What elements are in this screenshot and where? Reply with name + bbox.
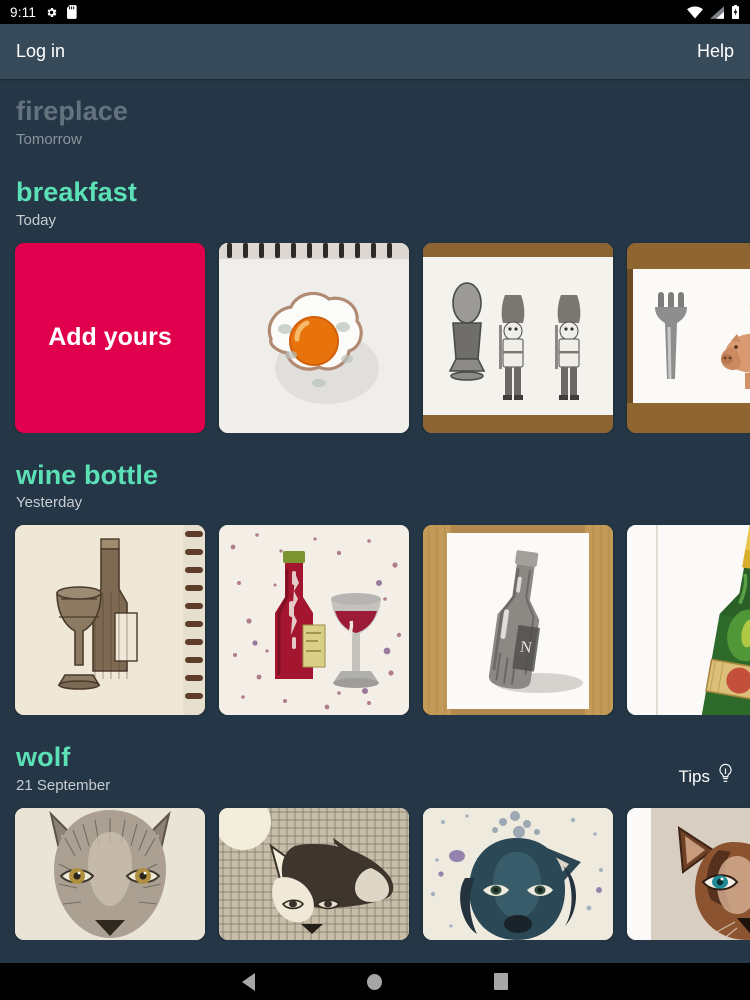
cellular-signal-icon [710,5,724,19]
thumbnail-row-breakfast[interactable]: Add yours [0,229,750,433]
section-breakfast: breakfast Today Add yours [0,148,750,433]
home-button[interactable] [367,973,382,990]
recents-button[interactable] [494,973,508,990]
section-wine-bottle: wine bottle Yesterday N [0,433,750,716]
login-button[interactable]: Log in [16,41,65,62]
drawing-pencil-bottle[interactable]: N [423,525,613,716]
section-wolf: wolf 21 September Tips [0,715,750,940]
drawing-ink-bottle-glass[interactable] [15,525,205,716]
android-navigation-bar [0,963,750,1000]
battery-icon [731,5,740,19]
section-header-fireplace: fireplace Tomorrow [0,95,750,148]
section-subtitle: Yesterday [16,494,83,512]
help-button[interactable]: Help [697,41,734,62]
tips-button[interactable]: Tips [679,763,735,790]
thumbnail-row-wine-bottle[interactable]: N [0,511,750,716]
lightbulb-icon [717,763,734,790]
section-header-breakfast: breakfast Today [0,176,750,229]
section-title[interactable]: breakfast [16,176,734,210]
section-fireplace: fireplace Tomorrow [0,79,750,148]
drawing-champagne-bottle[interactable] [627,525,750,716]
sd-card-icon [67,5,78,19]
section-header-wolf: wolf 21 September Tips [0,741,750,794]
drawing-egg-cup-guards[interactable] [423,242,613,433]
section-title[interactable]: wine bottle [16,459,734,493]
section-title[interactable]: fireplace [16,95,734,129]
tips-label: Tips [678,766,711,786]
section-title[interactable]: wolf [16,741,734,775]
settings-gear-icon [45,6,58,19]
drawing-fork-pig-chicken[interactable] [627,242,750,433]
drawing-watercolour-red-bottle[interactable] [219,525,409,716]
section-subtitle: 21 September [16,777,111,794]
drawing-watercolour-wolf[interactable] [423,808,613,940]
status-bar: 9:11 [0,0,750,24]
add-yours-card[interactable]: Add yours [15,242,205,433]
section-subtitle: Tomorrow [16,130,82,148]
drawing-pencil-wolf-face[interactable] [15,808,205,940]
status-bar-right [687,5,740,19]
drawing-colour-wolf[interactable] [627,808,750,940]
add-yours-label: Add yours [48,323,172,351]
drawing-ink-wolf-moon[interactable] [219,808,409,940]
wifi-icon [687,5,703,19]
back-button[interactable] [242,972,255,991]
app-bar: Log in Help [0,24,750,79]
section-header-wine-bottle: wine bottle Yesterday [0,459,750,512]
thumbnail-row-wolf[interactable] [0,794,750,940]
sections-scroll-area[interactable]: fireplace Tomorrow breakfast Today Add y… [0,79,750,963]
drawing-fried-egg[interactable] [219,242,409,433]
status-bar-left: 9:11 [10,5,78,20]
status-bar-clock: 9:11 [10,4,37,20]
section-subtitle: Today [16,211,57,229]
